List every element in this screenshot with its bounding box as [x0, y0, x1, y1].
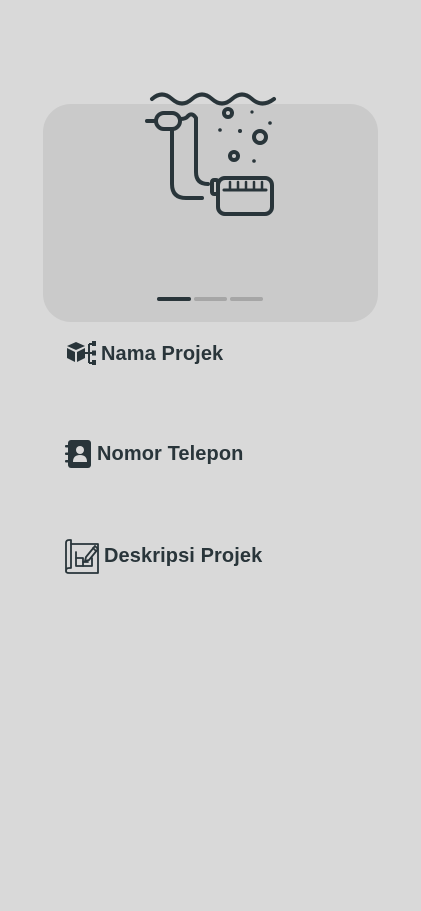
box-network-icon	[65, 339, 97, 369]
pager-dot-active[interactable]	[157, 297, 191, 301]
project-description-label: Deskripsi Projek	[104, 544, 263, 567]
project-name-field[interactable]: Nama Projek	[65, 339, 223, 369]
pager-dot[interactable]	[194, 297, 227, 301]
phone-number-field[interactable]: Nomor Telepon	[65, 439, 244, 469]
project-description-field[interactable]: Deskripsi Projek	[64, 538, 262, 574]
pager-dot[interactable]	[230, 297, 263, 301]
project-name-label: Nama Projek	[101, 342, 224, 365]
carousel-pager	[157, 297, 263, 301]
contact-book-icon	[65, 439, 93, 469]
blueprint-pencil-icon	[64, 538, 100, 574]
scuba-regulator-illustration	[145, 92, 276, 216]
phone-number-label: Nomor Telepon	[97, 442, 244, 465]
